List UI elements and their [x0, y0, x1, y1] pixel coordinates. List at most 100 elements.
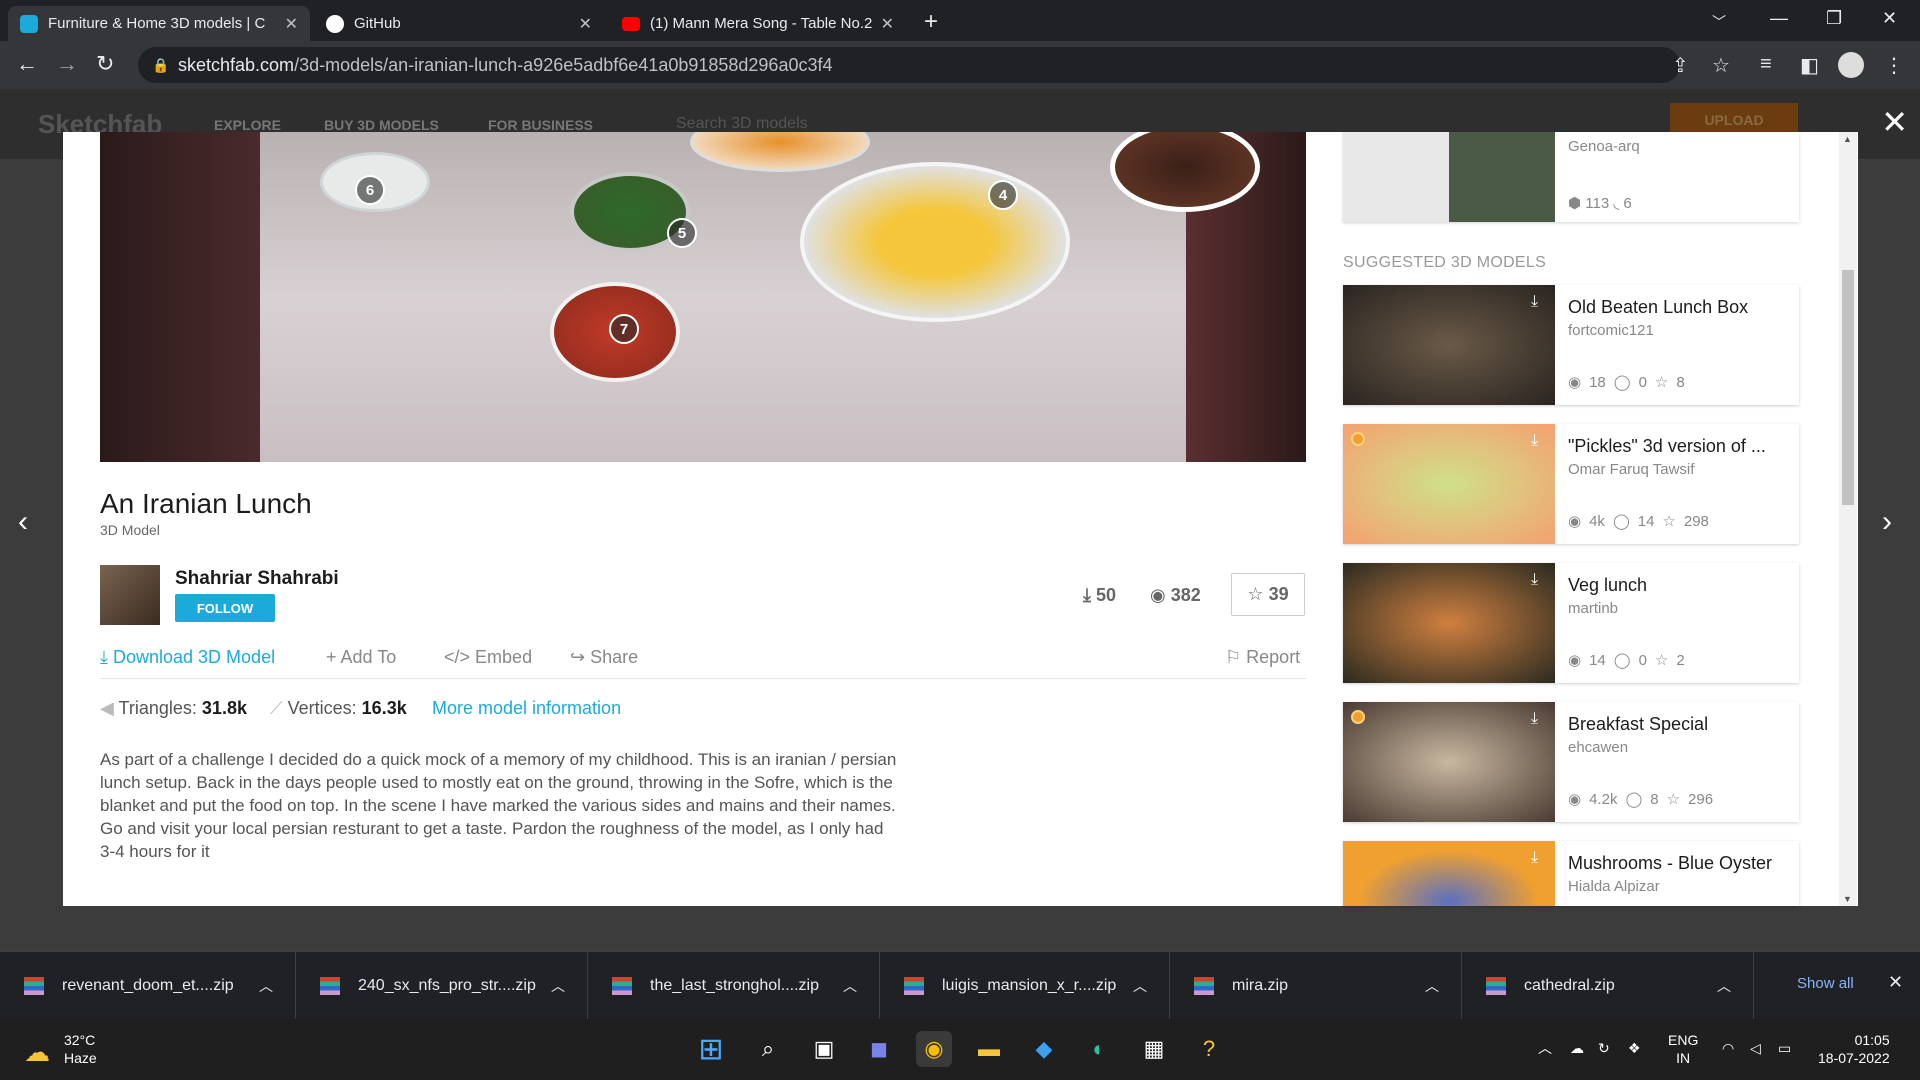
show-all-downloads-link[interactable]: Show all [1797, 975, 1854, 992]
author-avatar[interactable] [100, 565, 160, 625]
download-item[interactable]: mira.zip ︿ [1170, 952, 1462, 1020]
download-icon: ⤓ [1531, 849, 1539, 866]
url-domain: sketchfab.com [178, 54, 295, 75]
embed-button[interactable]: </> Embed [444, 647, 532, 668]
nav-buy-3d-models[interactable]: BUY 3D MODELS [324, 117, 439, 133]
hotspot-marker[interactable]: 5 [667, 218, 697, 248]
chevron-up-icon[interactable]: ︿ [1717, 976, 1731, 996]
show-hidden-icons-icon[interactable]: ︿ [1538, 1039, 1552, 1057]
site-search-input[interactable]: Search 3D models [676, 115, 808, 133]
scroll-up-icon[interactable]: ▲ [1843, 134, 1852, 144]
tab-search-icon[interactable]: ﹀ [1712, 12, 1726, 32]
chevron-up-icon[interactable]: ︿ [1133, 976, 1147, 996]
close-tab-icon[interactable]: ✕ [285, 14, 298, 34]
likes-value: 39 [1268, 584, 1289, 604]
chevron-up-icon[interactable]: ︿ [551, 976, 565, 996]
add-to-button[interactable]: + Add To [326, 647, 396, 668]
battery-icon[interactable]: ▭ [1778, 1039, 1791, 1057]
chrome-icon[interactable]: ◉ [916, 1031, 952, 1067]
comments-value: 0 [1638, 651, 1647, 669]
clock[interactable]: 01:05 18-07-2022 [1818, 1031, 1890, 1067]
tab-github[interactable]: GitHub ✕ [314, 6, 604, 41]
model-viewer[interactable]: 6 5 4 7 [100, 132, 1306, 462]
side-panel-icon[interactable]: ◧ [1800, 53, 1819, 78]
close-window-button[interactable]: ✕ [1882, 8, 1897, 29]
suggested-model-card[interactable]: ⤓ Veg lunch martinb ◉ 14 ◯ 0 ☆ 2 [1343, 563, 1799, 683]
more-model-information-link[interactable]: More model information [432, 698, 621, 719]
likes-value: 296 [1688, 790, 1714, 808]
download-item[interactable]: 240_sx_nfs_pro_str....zip ︿ [296, 952, 588, 1020]
weather-widget[interactable]: 32°C Haze [64, 1031, 97, 1067]
url-bar[interactable]: 🔒 sketchfab.com/3d-models/an-iranian-lun… [138, 47, 1680, 83]
weather-icon[interactable]: ☁ [24, 1037, 50, 1068]
task-view-icon[interactable]: ▣ [806, 1031, 842, 1067]
share-icon[interactable]: ⇪ [1672, 53, 1689, 78]
chevron-up-icon[interactable]: ︿ [259, 976, 273, 996]
maximize-button[interactable]: ❐ [1826, 8, 1842, 29]
scroll-down-icon[interactable]: ▼ [1843, 894, 1852, 904]
windows-start-icon[interactable]: ⊞ [693, 1031, 729, 1067]
nav-for-business[interactable]: FOR BUSINESS [488, 117, 593, 133]
tab-sketchfab[interactable]: Furniture & Home 3D models | C ✕ [8, 6, 310, 41]
youtube-favicon-icon [622, 16, 640, 31]
media-control-icon[interactable]: ≡ [1760, 53, 1772, 76]
dropbox-icon[interactable]: ❖ [1628, 1039, 1641, 1057]
address-toolbar: ← → ↻ 🔒 sketchfab.com/3d-models/an-irani… [0, 41, 1920, 89]
forward-icon[interactable]: → [56, 51, 78, 77]
microsoft-store-icon[interactable]: ▦ [1136, 1031, 1172, 1067]
onedrive-icon[interactable]: ☁ [1570, 1039, 1584, 1057]
wifi-icon[interactable]: ◠ [1722, 1039, 1734, 1057]
author-name[interactable]: Shahriar Shahrabi [175, 568, 339, 590]
file-explorer-icon[interactable]: ▬ [971, 1031, 1007, 1067]
download-3d-model-button[interactable]: ⤓ Download 3D Model [100, 647, 275, 668]
card-author: ehcawen [1568, 739, 1629, 756]
author-other-models-card[interactable]: Genoa-arq ⬢ 113 ◟ 6 [1343, 132, 1799, 222]
share-button[interactable]: ↪ Share [570, 647, 638, 668]
suggested-model-card[interactable]: ⤓ Mushrooms - Blue Oyster Hialda Alpizar [1343, 841, 1799, 906]
hotspot-marker[interactable]: 4 [988, 180, 1018, 210]
close-tab-icon[interactable]: ✕ [579, 14, 592, 34]
next-model-arrow-icon[interactable]: › [1882, 505, 1892, 539]
tips-icon[interactable]: ? [1191, 1031, 1227, 1067]
hotspot-marker[interactable]: 7 [609, 314, 639, 344]
download-item[interactable]: the_last_stronghol....zip ︿ [588, 952, 880, 1020]
bookmark-star-icon[interactable]: ☆ [1712, 53, 1730, 78]
download-item[interactable]: revenant_doom_et....zip ︿ [0, 952, 296, 1020]
suggested-model-card[interactable]: ⤓ Breakfast Special ehcawen ◉ 4.2k ◯ 8 ☆ 296 [1343, 702, 1799, 822]
modal-scrollbar[interactable]: ▲ ▼ [1839, 132, 1857, 906]
close-downloads-bar-icon[interactable]: ✕ [1888, 972, 1903, 993]
download-item[interactable]: cathedral.zip ︿ [1462, 952, 1754, 1020]
triangles-value: 31.8k [201, 698, 247, 718]
follow-button[interactable]: FOLLOW [175, 594, 275, 622]
edge-icon[interactable]: ◐ [1081, 1031, 1117, 1067]
download-item[interactable]: luigis_mansion_x_r....zip ︿ [880, 952, 1170, 1020]
chevron-up-icon[interactable]: ︿ [1425, 976, 1439, 996]
minimize-button[interactable]: — [1770, 8, 1788, 29]
suggested-model-card[interactable]: ⤓ "Pickles" 3d version of ... Omar Faruq… [1343, 424, 1799, 544]
hotspot-marker[interactable]: 6 [355, 175, 385, 205]
teams-chat-icon[interactable]: ◼ [861, 1031, 897, 1067]
nav-explore[interactable]: EXPLORE [214, 117, 281, 133]
chevron-up-icon[interactable]: ︿ [843, 976, 857, 996]
reload-icon[interactable]: ↻ [96, 51, 114, 77]
volume-icon[interactable]: ◁ [1750, 1039, 1761, 1057]
like-button[interactable]: ☆ 39 [1231, 573, 1305, 616]
scrollbar-thumb[interactable] [1842, 270, 1854, 505]
new-tab-button[interactable]: + [924, 8, 938, 36]
chrome-menu-icon[interactable]: ⋮ [1884, 53, 1904, 78]
back-icon[interactable]: ← [16, 51, 38, 77]
suggested-model-card[interactable]: ⤓ Old Beaten Lunch Box fortcomic121 ◉ 18 ◯… [1343, 285, 1799, 405]
previous-model-arrow-icon[interactable]: ‹ [18, 505, 28, 539]
tab-youtube[interactable]: (1) Mann Mera Song - Table No.2 ✕ [610, 6, 906, 41]
vscode-icon[interactable]: ◆ [1026, 1031, 1062, 1067]
close-overlay-icon[interactable]: ✕ [1881, 103, 1908, 141]
language-indicator[interactable]: ENG IN [1668, 1031, 1698, 1067]
sync-icon[interactable]: ↻ [1598, 1039, 1610, 1057]
profile-avatar[interactable] [1838, 52, 1864, 78]
zip-file-icon [904, 977, 924, 995]
close-tab-icon[interactable]: ✕ [881, 14, 894, 34]
search-icon[interactable]: ⌕ [750, 1031, 786, 1067]
report-button[interactable]: ⚐ Report [1225, 647, 1300, 668]
vertices-label: Vertices: [287, 698, 357, 718]
downloads-bar: revenant_doom_et....zip ︿ 240_sx_nfs_pro_… [0, 951, 1920, 1020]
